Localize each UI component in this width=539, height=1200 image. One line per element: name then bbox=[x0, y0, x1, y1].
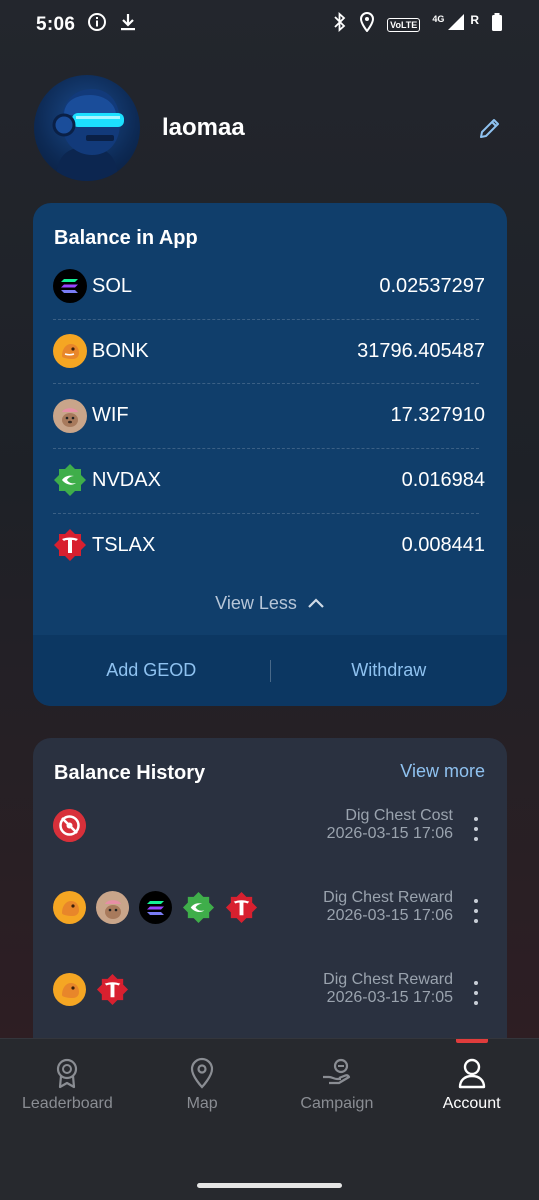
bonk-icon bbox=[53, 973, 86, 1006]
edit-profile-button[interactable] bbox=[476, 114, 504, 142]
view-less-button[interactable]: View Less bbox=[33, 588, 507, 618]
tesla-icon bbox=[96, 973, 129, 1006]
wif-icon bbox=[96, 891, 129, 924]
token-row-tslax: TSLAX 0.008441 bbox=[33, 512, 507, 578]
token-row-nvdax: NVDAX 0.016984 bbox=[33, 448, 507, 513]
user-icon bbox=[458, 1058, 485, 1089]
history-more-button[interactable] bbox=[471, 899, 481, 923]
token-symbol: SOL bbox=[92, 274, 133, 297]
token-amount: 31796.405487 bbox=[357, 339, 485, 362]
nvidia-icon bbox=[182, 891, 215, 924]
history-label: Dig Chest Cost bbox=[345, 807, 453, 824]
app-screen: 5:06 VoLTE 4G R laomaa Balance in App SO… bbox=[0, 0, 539, 1200]
history-icons bbox=[53, 973, 129, 1006]
award-icon bbox=[57, 1058, 78, 1089]
campaign-icon bbox=[322, 1058, 350, 1085]
history-icons bbox=[53, 891, 258, 924]
bonk-icon bbox=[53, 891, 86, 924]
history-label: Dig Chest Reward bbox=[323, 889, 453, 906]
avatar[interactable] bbox=[34, 75, 140, 181]
history-row[interactable]: Dig Chest Reward 2026-03-15 17:06 bbox=[33, 889, 507, 949]
signal-icon bbox=[446, 12, 466, 38]
nav-leaderboard[interactable]: Leaderboard bbox=[0, 1039, 135, 1139]
token-row-sol: SOL 0.02537297 bbox=[33, 254, 507, 319]
nav-campaign[interactable]: Campaign bbox=[270, 1039, 405, 1139]
token-amount: 0.008441 bbox=[401, 533, 485, 556]
history-title: Balance History bbox=[54, 762, 206, 784]
volte-indicator: VoLTE bbox=[387, 18, 421, 32]
history-card: Balance History View more Dig Chest Cost… bbox=[33, 738, 507, 1038]
balance-actions: Add GEOD Withdraw bbox=[33, 635, 507, 706]
nav-label: Campaign bbox=[300, 1095, 374, 1112]
token-amount: 0.016984 bbox=[401, 468, 485, 491]
location-icon bbox=[359, 11, 375, 38]
nav-label: Leaderboard bbox=[22, 1095, 113, 1112]
bluetooth-icon bbox=[333, 11, 347, 38]
roaming-indicator: R bbox=[470, 13, 479, 27]
nav-account[interactable]: Account bbox=[404, 1039, 539, 1139]
history-icons bbox=[53, 809, 86, 842]
history-more-button[interactable] bbox=[471, 981, 481, 1005]
history-timestamp: 2026-03-15 17:06 bbox=[326, 907, 453, 924]
active-indicator bbox=[455, 1039, 488, 1043]
robot-avatar-icon bbox=[52, 89, 124, 181]
token-symbol: BONK bbox=[92, 339, 149, 362]
history-row[interactable]: Dig Chest Reward 2026-03-15 17:05 bbox=[33, 971, 507, 1031]
status-time: 5:06 bbox=[36, 14, 76, 35]
view-more-link[interactable]: View more bbox=[400, 761, 485, 782]
token-symbol: NVDAX bbox=[92, 468, 161, 491]
battery-icon bbox=[491, 12, 503, 38]
tesla-icon bbox=[225, 891, 258, 924]
home-indicator[interactable] bbox=[197, 1183, 342, 1188]
nav-label: Account bbox=[442, 1095, 501, 1112]
solana-icon bbox=[139, 891, 172, 924]
history-timestamp: 2026-03-15 17:06 bbox=[326, 825, 453, 842]
info-icon bbox=[87, 12, 107, 38]
balance-card: Balance in App SOL 0.02537297 BONK 31796… bbox=[33, 203, 507, 706]
token-amount: 0.02537297 bbox=[379, 274, 485, 297]
token-list: SOL 0.02537297 BONK 31796.405487 WIF 17.… bbox=[33, 254, 507, 577]
history-text: Dig Chest Cost 2026-03-15 17:06 bbox=[327, 807, 453, 843]
network-type: 4G bbox=[432, 14, 445, 24]
history-text: Dig Chest Reward 2026-03-15 17:05 bbox=[323, 971, 453, 1007]
history-row[interactable]: Dig Chest Cost 2026-03-15 17:06 bbox=[33, 807, 507, 867]
pencil-icon bbox=[480, 119, 499, 138]
nav-label: Map bbox=[186, 1095, 218, 1112]
wif-icon bbox=[53, 398, 87, 433]
bonk-icon bbox=[53, 334, 87, 369]
nvidia-icon bbox=[53, 463, 87, 497]
online-status-dot bbox=[118, 175, 125, 181]
history-timestamp: 2026-03-15 17:05 bbox=[326, 989, 453, 1006]
balance-title: Balance in App bbox=[54, 227, 198, 249]
withdraw-button[interactable]: Withdraw bbox=[271, 660, 508, 681]
bottom-nav: Leaderboard Map Campaign Account bbox=[0, 1038, 539, 1200]
token-symbol: TSLAX bbox=[92, 533, 156, 556]
nav-map[interactable]: Map bbox=[135, 1039, 270, 1139]
token-row-wif: WIF 17.327910 bbox=[33, 383, 507, 448]
chevron-up-icon bbox=[308, 598, 324, 608]
profile-header: laomaa bbox=[34, 73, 506, 183]
history-label: Dig Chest Reward bbox=[323, 971, 453, 988]
add-geod-button[interactable]: Add GEOD bbox=[33, 660, 270, 681]
history-text: Dig Chest Reward 2026-03-15 17:06 bbox=[323, 889, 453, 925]
token-amount: 17.327910 bbox=[390, 404, 485, 427]
tesla-icon bbox=[53, 528, 87, 562]
download-icon bbox=[119, 12, 137, 38]
history-more-button[interactable] bbox=[471, 817, 481, 841]
token-symbol: WIF bbox=[92, 404, 129, 427]
view-less-label: View Less bbox=[215, 592, 297, 613]
status-bar: 5:06 VoLTE 4G R bbox=[0, 0, 539, 50]
token-row-bonk: BONK 31796.405487 bbox=[33, 318, 507, 384]
map-pin-icon bbox=[191, 1057, 214, 1089]
username: laomaa bbox=[162, 114, 245, 141]
solana-icon bbox=[53, 269, 87, 304]
geod-cost-icon bbox=[53, 809, 86, 842]
